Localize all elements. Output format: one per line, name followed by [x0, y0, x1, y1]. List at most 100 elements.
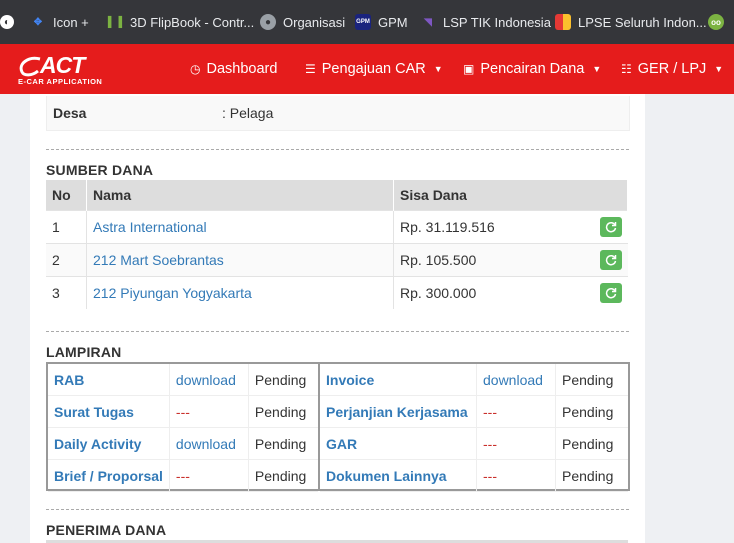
dashboard-icon: ◷ [190, 62, 201, 76]
bookmark-lpse[interactable]: LPSE Seluruh Indon... [555, 0, 707, 44]
lampiran-label: RAB [48, 364, 170, 396]
row-no: 3 [46, 276, 87, 309]
row-no: 1 [46, 210, 87, 244]
lampiran-row: Perjanjian Kerjasama --- Pending [320, 395, 628, 428]
money-icon: ▣ [463, 62, 475, 76]
nav-label: GER / LPJ [637, 61, 707, 77]
bookmark-label: Icon + [53, 14, 89, 30]
sumber-dana-title: SUMBER DANA [46, 162, 154, 178]
desa-row: Desa : Pelaga [46, 96, 630, 131]
list-icon: ☰ [305, 62, 316, 76]
lampiran-label: Perjanjian Kerjasama [320, 395, 477, 428]
row-no: 2 [46, 243, 87, 277]
status-text: Pending [555, 427, 628, 460]
sumber-link[interactable]: Astra International [93, 219, 207, 235]
status-text: Pending [248, 395, 318, 428]
refresh-button[interactable] [599, 250, 622, 270]
status-text: Pending [248, 459, 318, 492]
download-link[interactable]: download [169, 364, 249, 396]
sisa-value: Rp. 105.500 [400, 252, 477, 268]
logo-subtitle: E-CAR APPLICATION [18, 77, 103, 86]
lampiran-box: RAB download Pending Surat Tugas --- Pen… [46, 362, 630, 492]
file-missing: --- [476, 395, 556, 428]
bookmark-label: LSP TIK Indonesia [443, 14, 551, 30]
lampiran-title: LAMPIRAN [46, 344, 122, 360]
sumber-link[interactable]: 212 Piyungan Yogyakarta [93, 285, 252, 301]
act-logo[interactable]: ACT E-CAR APPLICATION [18, 52, 118, 88]
owl-icon: oo [708, 14, 724, 30]
bookmark-organisasi[interactable]: ● Organisasi [260, 0, 345, 44]
book-icon: ▌▐ [107, 16, 123, 28]
bookmark-lsp-tik[interactable]: ◥ LSP TIK Indonesia [420, 0, 551, 44]
lampiran-label: Dokumen Lainnya [320, 459, 477, 492]
file-missing: --- [169, 395, 249, 428]
divider [46, 509, 629, 510]
globe-icon: ● [260, 14, 276, 30]
main-panel: Desa : Pelaga SUMBER DANA No Nama Sisa D… [30, 94, 645, 543]
status-text: Pending [248, 427, 318, 460]
gpm-icon: GPM [355, 14, 371, 30]
nav-label: Dashboard [206, 61, 278, 77]
nav-pengajuan-car[interactable]: ☰ Pengajuan CAR ▼ [305, 44, 443, 94]
desa-label: Desa [53, 105, 87, 121]
caret-down-icon: ▼ [592, 64, 602, 74]
refresh-icon [605, 287, 616, 299]
status-text: Pending [555, 459, 628, 492]
nav-ger-lpj[interactable]: ☷ GER / LPJ ▼ [621, 44, 723, 94]
table-row: 3 212 Piyungan Yogyakarta Rp. 300.000 [46, 276, 628, 309]
file-missing: --- [476, 459, 556, 492]
refresh-button[interactable] [599, 283, 622, 303]
table-header: No Nama Sisa Dana [46, 180, 628, 211]
lampiran-row: Surat Tugas --- Pending [48, 395, 318, 428]
bookmark-icon-plus[interactable]: ✥ Icon + [30, 0, 89, 44]
lsp-icon: ◥ [424, 16, 432, 28]
penerima-dana-title: PENERIMA DANA [46, 522, 167, 538]
nav-label: Pengajuan CAR [321, 61, 426, 77]
header-no: No [46, 180, 87, 211]
lampiran-right-table: Invoice download Pending Perjanjian Kerj… [320, 364, 628, 492]
header-sisa-dana: Sisa Dana [393, 180, 628, 211]
bookmark-owl[interactable]: oo [708, 0, 724, 44]
sumber-link[interactable]: 212 Mart Soebrantas [93, 252, 224, 268]
top-navbar: ACT E-CAR APPLICATION ◷ Dashboard ☰ Peng… [0, 44, 734, 94]
caret-down-icon: ▼ [714, 64, 724, 74]
bookmark-label: 3D FlipBook - Contr... [130, 14, 255, 30]
logo-brand: ACT [40, 52, 85, 78]
refresh-icon [605, 254, 616, 266]
lampiran-row: RAB download Pending [48, 364, 318, 396]
bookmark-gpm[interactable]: GPM GPM [355, 0, 408, 44]
lampiran-label: GAR [320, 427, 477, 460]
lampiran-label: Brief / Proporsal [48, 459, 170, 492]
lampiran-row: Dokumen Lainnya --- Pending [320, 459, 628, 492]
sisa-value: Rp. 31.119.516 [400, 219, 495, 235]
refresh-button[interactable] [599, 217, 622, 237]
download-link[interactable]: download [476, 364, 556, 396]
table-row: 2 212 Mart Soebrantas Rp. 105.500 [46, 243, 628, 277]
sumber-dana-table: No Nama Sisa Dana 1 Astra International … [46, 180, 628, 309]
divider [46, 149, 629, 150]
lampiran-label: Surat Tugas [48, 395, 170, 428]
lampiran-label: Invoice [320, 364, 477, 396]
header-nama: Nama [86, 180, 394, 211]
bookmarks-bar: ◐ ✥ Icon + ▌▐ 3D FlipBook - Contr... ● O… [0, 0, 734, 44]
status-text: Pending [248, 364, 318, 396]
arrows-icon: ✥ [33, 16, 43, 28]
nav-pencairan-dana[interactable]: ▣ Pencairan Dana ▼ [463, 44, 601, 94]
caret-down-icon: ▼ [433, 64, 443, 74]
file-missing: --- [169, 459, 249, 492]
status-text: Pending [555, 395, 628, 428]
bookmark-label: Organisasi [283, 14, 346, 30]
lampiran-row: GAR --- Pending [320, 427, 628, 460]
table-row: 1 Astra International Rp. 31.119.516 [46, 210, 628, 244]
nav-label: Pencairan Dana [480, 61, 585, 77]
sisa-value: Rp. 300.000 [400, 285, 477, 301]
lampiran-label: Daily Activity [48, 427, 170, 460]
bookmark-label: LPSE Seluruh Indon... [578, 14, 707, 30]
desa-value: : Pelaga [222, 105, 274, 121]
download-link[interactable]: download [169, 427, 249, 460]
nav-dashboard[interactable]: ◷ Dashboard [190, 44, 277, 94]
chrome-icon[interactable]: ◐ [0, 0, 14, 44]
bookmark-label: GPM [378, 14, 408, 30]
refresh-icon [605, 221, 616, 233]
bookmark-3d-flipbook[interactable]: ▌▐ 3D FlipBook - Contr... [107, 0, 254, 44]
